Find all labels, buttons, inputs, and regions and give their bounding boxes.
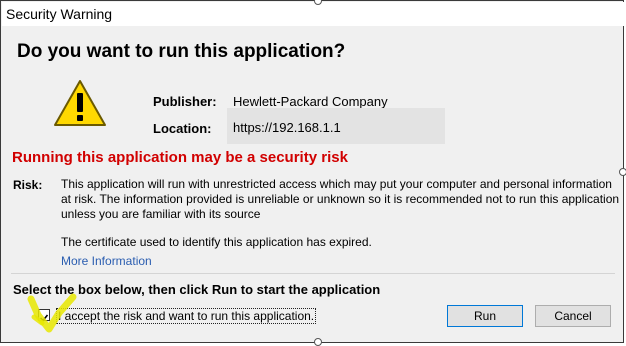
separator — [11, 273, 615, 274]
cancel-button[interactable]: Cancel — [535, 305, 611, 327]
title-bar[interactable]: Security Warning — [2, 2, 624, 26]
publisher-value: Hewlett-Packard Company — [233, 94, 388, 109]
risk-description: This application will run with unrestric… — [61, 177, 620, 221]
publisher-label: Publisher: — [153, 94, 217, 109]
risk-label: Risk: — [13, 178, 43, 192]
select-box-instruction: Select the box below, then click Run to … — [13, 282, 381, 297]
location-value: https://192.168.1.1 — [233, 120, 341, 135]
accept-risk-checkbox[interactable] — [38, 309, 50, 322]
certificate-expired-text: The certificate used to identify this ap… — [61, 235, 372, 249]
location-label: Location: — [153, 121, 212, 136]
resize-handle-right[interactable] — [619, 168, 626, 176]
accept-risk-label[interactable]: I accept the risk and want to run this a… — [56, 308, 317, 324]
warning-triangle-icon — [54, 80, 106, 126]
risk-heading: Running this application may be a securi… — [12, 149, 348, 166]
dialog-question: Do you want to run this application? — [17, 41, 346, 62]
checkmark-icon — [39, 314, 49, 322]
run-button[interactable]: Run — [447, 305, 523, 327]
security-warning-dialog: Security Warning Do you want to run this… — [0, 0, 624, 343]
window-title: Security Warning — [6, 6, 113, 22]
more-information-link[interactable]: More Information — [61, 254, 152, 268]
